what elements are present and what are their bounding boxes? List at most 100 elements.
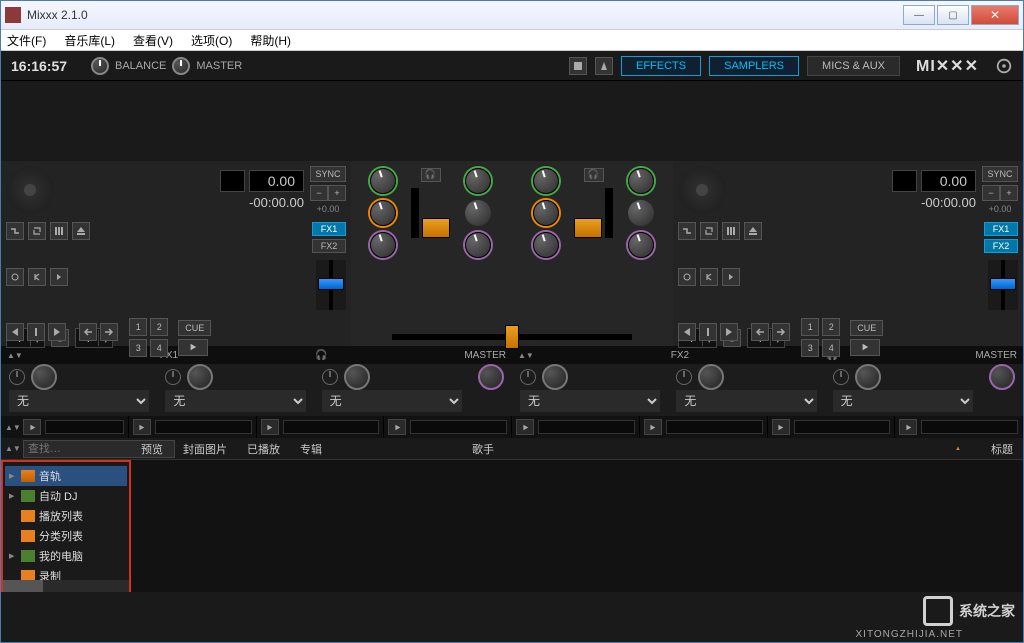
fx2-slot1-select[interactable]: 无 xyxy=(520,390,660,412)
sampler6-play-button[interactable] xyxy=(644,419,662,435)
col-cover[interactable]: 封面图片 xyxy=(173,441,237,457)
deck2-bpm[interactable]: 0.00 xyxy=(921,170,976,192)
deck2-play-button[interactable] xyxy=(850,339,880,356)
deck2-vinyl-icon[interactable] xyxy=(700,268,718,286)
deck2-fx2-assign[interactable]: FX2 xyxy=(984,239,1018,253)
fx1-slot3-power-icon[interactable] xyxy=(322,369,338,385)
deck1-rate-down[interactable]: − xyxy=(310,185,328,201)
menu-options[interactable]: 选项(O) xyxy=(191,32,232,49)
mics-aux-toggle[interactable]: MICS & AUX xyxy=(807,56,900,76)
library-table[interactable] xyxy=(131,460,1023,592)
sampler4-play-button[interactable] xyxy=(388,419,406,435)
deck2-rate-down[interactable]: − xyxy=(982,185,1000,201)
deck2-marker-icon[interactable] xyxy=(699,323,717,341)
deck2-fx1-assign[interactable]: FX1 xyxy=(984,222,1018,236)
deck1-slip-icon[interactable] xyxy=(50,222,68,240)
ch2-volume-slider[interactable] xyxy=(574,218,602,238)
deck1-keylock-icon[interactable] xyxy=(6,268,24,286)
close-button[interactable]: ✕ xyxy=(971,5,1019,25)
deck1-quantize-icon[interactable] xyxy=(6,222,24,240)
deck1-cue-button[interactable]: CUE xyxy=(178,320,211,336)
deck1-marker-icon[interactable] xyxy=(27,323,45,341)
ch1-pfl-icon[interactable]: 🎧 xyxy=(421,168,441,182)
fx1-slot1-select[interactable]: 无 xyxy=(9,390,149,412)
crossfader[interactable] xyxy=(392,334,632,340)
fx1-slot2-knob[interactable] xyxy=(187,364,213,390)
fx2-slot2-knob[interactable] xyxy=(698,364,724,390)
deck1-sync-button[interactable]: SYNC xyxy=(310,166,346,182)
deck1-beatgrid-icon[interactable] xyxy=(50,268,68,286)
menu-library[interactable]: 音乐库(L) xyxy=(64,32,115,49)
deck1-play-button[interactable] xyxy=(178,339,208,356)
ch2-filter-knob[interactable] xyxy=(533,232,559,258)
sampler8-play-button[interactable] xyxy=(899,419,917,435)
fx2-slot3-knob[interactable] xyxy=(855,364,881,390)
col-title[interactable]: 标题 xyxy=(981,441,1023,457)
gear-icon[interactable] xyxy=(995,57,1013,75)
deck1-vinyl-icon[interactable] xyxy=(28,268,46,286)
tree-item-tracks[interactable]: ▶ 音轨 xyxy=(5,466,127,486)
fx1-super-knob[interactable] xyxy=(478,364,504,390)
deck1-fx2-assign[interactable]: FX2 xyxy=(312,239,346,253)
deck2-hotcue-4[interactable]: 4 xyxy=(822,339,840,357)
tree-item-playlists[interactable]: 播放列表 xyxy=(5,506,127,526)
fx2-super-knob[interactable] xyxy=(989,364,1015,390)
sampler1-track[interactable] xyxy=(45,420,124,434)
fx2-slot1-power-icon[interactable] xyxy=(520,369,536,385)
deck2-keylock-icon[interactable] xyxy=(678,268,696,286)
menu-help[interactable]: 帮助(H) xyxy=(250,32,291,49)
ch1-eq-mid-knob[interactable] xyxy=(465,168,491,194)
deck2-sync-button[interactable]: SYNC xyxy=(982,166,1018,182)
ch1-volume-slider[interactable] xyxy=(422,218,450,238)
fx1-master-assign[interactable]: MASTER xyxy=(464,350,506,361)
spinny-deck2[interactable] xyxy=(678,166,726,214)
sampler7-track[interactable] xyxy=(794,420,891,434)
deck1-rate-up[interactable]: + xyxy=(328,185,346,201)
fx1-slot1-power-icon[interactable] xyxy=(9,369,25,385)
ch2-eq-low-knob[interactable] xyxy=(628,200,654,226)
ch2-eq-high-knob[interactable] xyxy=(533,200,559,226)
fx2-slot3-power-icon[interactable] xyxy=(833,369,849,385)
spinny-deck1[interactable] xyxy=(6,166,54,214)
sampler5-play-button[interactable] xyxy=(516,419,534,435)
fx1-slot3-knob[interactable] xyxy=(344,364,370,390)
deck2-cue-button[interactable]: CUE xyxy=(850,320,883,336)
tree-item-autodj[interactable]: ▶ 自动 DJ xyxy=(5,486,127,506)
sampler6-track[interactable] xyxy=(666,420,763,434)
minimize-button[interactable]: — xyxy=(903,5,935,25)
deck1-seek-back-icon[interactable] xyxy=(6,323,24,341)
sampler1-expand-icon[interactable]: ▲▼ xyxy=(5,423,19,432)
deck1-eject-icon[interactable] xyxy=(72,222,90,240)
samplers-toggle[interactable]: SAMPLERS xyxy=(709,56,799,76)
col-preview[interactable]: 预览 xyxy=(131,441,173,457)
fx2-slot2-select[interactable]: 无 xyxy=(676,390,816,412)
deck2-beatgrid-icon[interactable] xyxy=(722,268,740,286)
menu-view[interactable]: 查看(V) xyxy=(133,32,173,49)
deck2-seek-fwd-icon[interactable] xyxy=(720,323,738,341)
ch1-quick-fx-knob[interactable] xyxy=(465,232,491,258)
deck1-fx1-assign[interactable]: FX1 xyxy=(312,222,346,236)
col-played[interactable]: 已播放 xyxy=(237,441,290,457)
ch1-eq-low-knob[interactable] xyxy=(465,200,491,226)
deck1-hotcue-4[interactable]: 4 xyxy=(150,339,168,357)
deck2-beatjump-back-icon[interactable] xyxy=(751,323,769,341)
ch1-gain-knob[interactable] xyxy=(370,168,396,194)
deck2-rate-slider[interactable] xyxy=(988,260,1018,310)
tree-item-computer[interactable]: ▶ 我的电脑 xyxy=(5,546,127,566)
sampler4-track[interactable] xyxy=(410,420,507,434)
deck1-hotcue-3[interactable]: 3 xyxy=(129,339,147,357)
record-toggle-icon[interactable] xyxy=(569,57,587,75)
sampler2-play-button[interactable] xyxy=(133,419,151,435)
tree-item-crates[interactable]: 分类列表 xyxy=(5,526,127,546)
sampler3-track[interactable] xyxy=(283,420,380,434)
fx1-slot2-select[interactable]: 无 xyxy=(165,390,305,412)
deck2-rate-up[interactable]: + xyxy=(1000,185,1018,201)
sampler2-track[interactable] xyxy=(155,420,252,434)
deck1-hotcue-1[interactable]: 1 xyxy=(129,318,147,336)
deck1-repeat-icon[interactable] xyxy=(28,222,46,240)
sampler8-track[interactable] xyxy=(921,420,1018,434)
sampler7-play-button[interactable] xyxy=(772,419,790,435)
balance-knob[interactable] xyxy=(91,57,109,75)
fx1-slot3-select[interactable]: 无 xyxy=(322,390,462,412)
master-knob[interactable] xyxy=(172,57,190,75)
